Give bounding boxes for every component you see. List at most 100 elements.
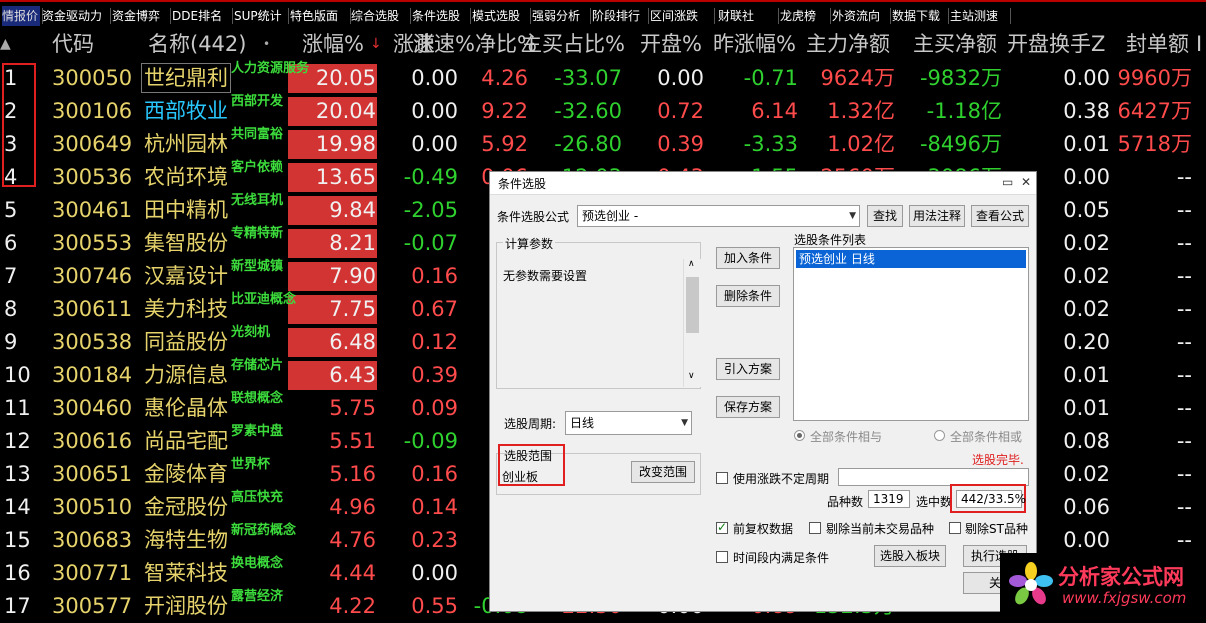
col-zf[interactable]: 涨幅%: [302, 28, 364, 60]
usage-button[interactable]: 用法注释: [909, 205, 965, 227]
tab-14[interactable]: 外资流向: [832, 6, 888, 26]
excl-untraded-label: 剔除当前未交易品种: [826, 522, 935, 536]
col-zzf[interactable]: 昨涨幅%: [713, 28, 796, 60]
cell-idx: 9: [4, 330, 18, 354]
count-value: 1319: [868, 490, 910, 508]
tab-3[interactable]: DDE排名: [172, 6, 230, 26]
concept-tag: 新型城镇: [231, 259, 284, 274]
concept-tag: 西部开发: [231, 94, 284, 109]
cell-zf: 4.44: [329, 561, 376, 585]
concept-tag: 共同富裕: [231, 127, 284, 142]
col-fde[interactable]: 封单额: [1126, 28, 1189, 60]
tab-6[interactable]: 综合选股: [351, 6, 408, 26]
scroll-thumb[interactable]: [686, 277, 699, 333]
flower-logo-icon: [1009, 562, 1053, 605]
import-plan-button[interactable]: 引入方案: [716, 358, 780, 380]
use-period-checkbox[interactable]: [716, 472, 728, 484]
tab-0[interactable]: 情报价: [2, 6, 40, 26]
tab-2[interactable]: 资金博弈: [112, 6, 168, 26]
params-scrollbar[interactable]: ∧ ∨: [683, 259, 701, 387]
range-value: 创业板: [502, 470, 539, 484]
cell-zf: 4.76: [329, 528, 376, 552]
cell-zs: -0.49: [403, 165, 458, 189]
table-row[interactable]: 1 300050 世纪鼎利 20.05 0.00 4.26 -33.07 0.00 -0.71 9…: [0, 62, 1206, 95]
col-jbl[interactable]: 涨速%净比%: [413, 28, 537, 60]
table-row[interactable]: 2 300106 西部牧业 20.04 0.00 9.22 -32.60 0.72 6.14 1.…: [0, 95, 1206, 128]
cell-zf: 5.51: [329, 429, 376, 453]
tab-separator: [1010, 8, 1011, 24]
col-more[interactable]: Ⅰ: [1196, 28, 1202, 60]
cell-code: 300460: [52, 396, 133, 420]
time-cond-label: 时间段内满足条件: [733, 551, 830, 565]
cell-name: 同益股份: [144, 330, 228, 354]
condition-listbox[interactable]: 预选创业 日线: [793, 247, 1029, 421]
col-kp[interactable]: 开盘%: [640, 28, 702, 60]
table-row[interactable]: 3 300649 杭州园林 19.98 0.00 5.92 -26.80 0.39 -3.33 1…: [0, 128, 1206, 161]
tab-separator: [890, 8, 891, 24]
save-plan-button[interactable]: 保存方案: [716, 396, 780, 418]
tab-11[interactable]: 区间涨跌: [650, 6, 712, 26]
calc-params-group: 计算参数 无参数需要设置 ∧ ∨: [496, 235, 701, 389]
cell-zs: 0.00: [411, 66, 458, 90]
concept-tag: 客户依赖: [231, 160, 284, 175]
cell-zljc: 9624万: [820, 66, 895, 90]
tab-12[interactable]: 财联社: [718, 6, 776, 26]
tab-16[interactable]: 主站测速: [950, 6, 1008, 26]
col-zljc[interactable]: 主力净额: [806, 28, 890, 60]
cell-kphs: 0.01: [1063, 132, 1110, 156]
close-icon[interactable]: ✕: [1021, 175, 1031, 189]
col-zmjc[interactable]: 主买净额: [913, 28, 997, 60]
find-button[interactable]: 查找: [867, 205, 903, 227]
add-condition-button[interactable]: 加入条件: [716, 247, 780, 269]
cell-name: 集智股份: [144, 231, 228, 255]
scroll-up-icon[interactable]: ∧: [688, 259, 695, 269]
excl-st-label: 剔除ST品种: [965, 522, 1028, 536]
list-item-selected[interactable]: 预选创业 日线: [796, 250, 1026, 268]
cell-name: 美力科技: [144, 297, 228, 321]
tab-1[interactable]: 资金驱动力: [42, 6, 108, 26]
scroll-down-icon[interactable]: ∨: [688, 371, 695, 381]
tab-10[interactable]: 阶段排行: [592, 6, 646, 26]
tab-13[interactable]: 龙虎榜: [780, 6, 828, 26]
cell-name: 开润股份: [144, 594, 228, 618]
delete-condition-button[interactable]: 删除条件: [716, 285, 780, 307]
to-board-button[interactable]: 选股入板块: [874, 545, 946, 567]
period-select[interactable]: 日线 ▼: [565, 411, 692, 435]
concept-tag: 比亚迪概念: [231, 292, 297, 307]
tab-separator: [590, 8, 591, 24]
concept-tag: 专精特新: [231, 226, 284, 241]
condition-select-dialog: 条件选股 ▭ ✕ 条件选股公式 预选创业 - ▼ 查找 用法注释 查看公式 计算…: [489, 171, 1037, 612]
excl-untraded-checkbox[interactable]: [809, 522, 821, 534]
time-cond-checkbox[interactable]: [716, 551, 728, 563]
cell-kphs: 0.38: [1063, 99, 1110, 123]
col-name[interactable]: 名称(442): [148, 28, 246, 60]
cell-zljc: 1.32亿: [827, 99, 895, 123]
cell-code: 300651: [52, 462, 133, 486]
tab-9[interactable]: 强弱分析: [532, 6, 588, 26]
radio-or[interactable]: [934, 430, 945, 441]
col-code[interactable]: 代码: [52, 28, 94, 60]
change-range-button[interactable]: 改变范围: [631, 461, 695, 483]
tab-5[interactable]: 特色版面: [290, 6, 348, 26]
cell-name: 力源信息: [144, 363, 228, 387]
excl-st-checkbox[interactable]: [949, 522, 961, 534]
tab-7[interactable]: 条件选股: [412, 6, 468, 26]
minimize-icon[interactable]: ▭: [1002, 175, 1013, 189]
radio-and[interactable]: [794, 430, 805, 441]
forward-adj-checkbox[interactable]: [716, 520, 728, 534]
cell-zs: -2.05: [403, 198, 458, 222]
tab-15[interactable]: 数据下载: [892, 6, 946, 26]
cell-zf: 5.16: [329, 462, 376, 486]
cell-code: 300538: [52, 330, 133, 354]
concept-tag: 世界杯: [231, 457, 271, 472]
cell-zf: 8.21: [329, 231, 376, 255]
cell-fde: --: [1176, 165, 1192, 189]
formula-select[interactable]: 预选创业 - ▼: [577, 205, 860, 227]
tab-4[interactable]: SUP统计: [234, 6, 286, 26]
cell-zf: 4.96: [329, 495, 376, 519]
concept-tag: 联想概念: [231, 391, 284, 406]
col-zmm[interactable]: 主买占比%: [521, 28, 625, 60]
tab-8[interactable]: 模式选股: [472, 6, 528, 26]
view-formula-button[interactable]: 查看公式: [971, 205, 1029, 227]
col-kphs[interactable]: 开盘换手Z: [1007, 28, 1105, 60]
